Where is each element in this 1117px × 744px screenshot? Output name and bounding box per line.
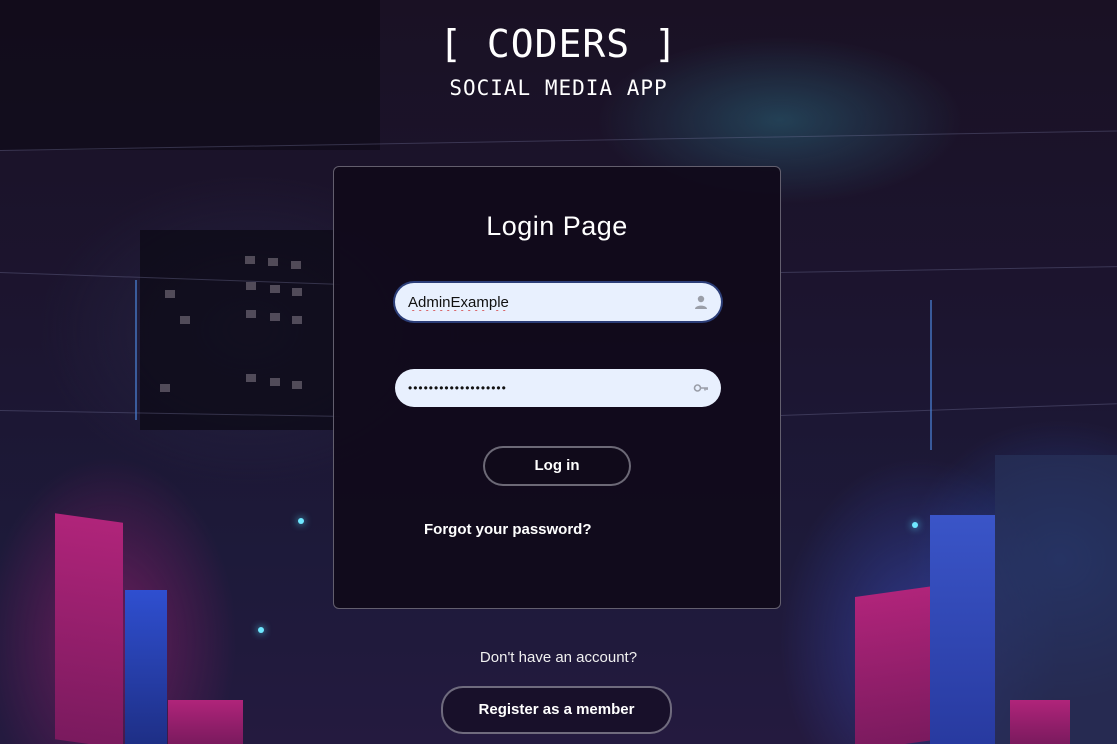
username-field[interactable] xyxy=(395,283,721,321)
password-field[interactable] xyxy=(395,369,721,407)
username-input[interactable] xyxy=(395,283,721,321)
password-input[interactable] xyxy=(395,369,721,407)
login-card: Login Page Log in Forgot your password? xyxy=(333,166,781,609)
no-account-prompt: Don't have an account? xyxy=(479,649,638,666)
app-logo-title: [ CODERS ] xyxy=(439,22,678,66)
user-icon xyxy=(695,295,707,309)
app-subtitle: SOCIAL MEDIA APP xyxy=(449,76,668,100)
login-button[interactable]: Log in xyxy=(483,446,631,486)
forgot-password-link[interactable]: Forgot your password? xyxy=(424,521,592,538)
register-button[interactable]: Register as a member xyxy=(441,686,672,734)
key-icon xyxy=(693,384,708,392)
page-title: Login Page xyxy=(486,211,628,241)
